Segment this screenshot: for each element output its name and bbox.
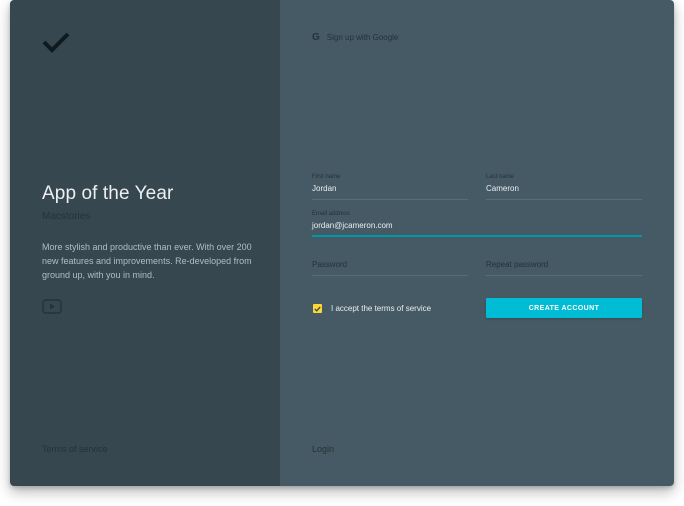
- checkmark-icon: [42, 32, 70, 53]
- repeat-password-field[interactable]: Repeat password: [486, 250, 642, 276]
- create-account-button[interactable]: CREATE ACCOUNT: [486, 298, 642, 318]
- promo-title: App of the Year: [42, 183, 174, 204]
- first-name-label: First name: [312, 174, 341, 180]
- terms-checkbox[interactable]: [313, 304, 322, 313]
- promo-description: More stylish and productive than ever. W…: [42, 242, 252, 280]
- email-label: Email address: [312, 211, 351, 217]
- promo-panel: App of the Year Macstories More stylish …: [10, 0, 280, 486]
- promo-subtitle: Macstories: [42, 211, 91, 222]
- signup-card: App of the Year Macstories More stylish …: [10, 0, 674, 486]
- last-name-label: Last name: [486, 174, 515, 180]
- repeat-password-placeholder[interactable]: Repeat password: [486, 260, 642, 271]
- email-field[interactable]: Email address jordan@jcameron.com: [312, 211, 642, 237]
- last-name-field[interactable]: Last name Cameron: [486, 174, 642, 200]
- google-signup-label: Sign up with Google: [326, 33, 399, 42]
- email-value[interactable]: jordan@jcameron.com: [312, 221, 642, 232]
- google-signup-button[interactable]: G Sign up with Google: [312, 32, 398, 43]
- last-name-underline: [486, 199, 642, 200]
- first-name-field[interactable]: First name Jordan: [312, 174, 468, 200]
- first-name-underline: [312, 199, 468, 200]
- terms-checkbox-label[interactable]: I accept the terms of service: [331, 304, 431, 313]
- password-field[interactable]: Password: [312, 250, 468, 276]
- password-underline: [312, 275, 468, 276]
- repeat-password-underline: [486, 275, 642, 276]
- password-placeholder[interactable]: Password: [312, 260, 468, 271]
- first-name-value[interactable]: Jordan: [312, 184, 468, 195]
- check-icon: [314, 306, 321, 312]
- login-link[interactable]: Login: [312, 444, 334, 454]
- terms-of-service-link[interactable]: Terms of service: [42, 444, 108, 454]
- email-underline: [312, 235, 642, 237]
- play-video-icon[interactable]: [42, 299, 62, 314]
- signup-panel: G Sign up with Google First name Jordan …: [280, 0, 674, 486]
- last-name-value[interactable]: Cameron: [486, 184, 642, 195]
- google-icon: G: [312, 32, 320, 43]
